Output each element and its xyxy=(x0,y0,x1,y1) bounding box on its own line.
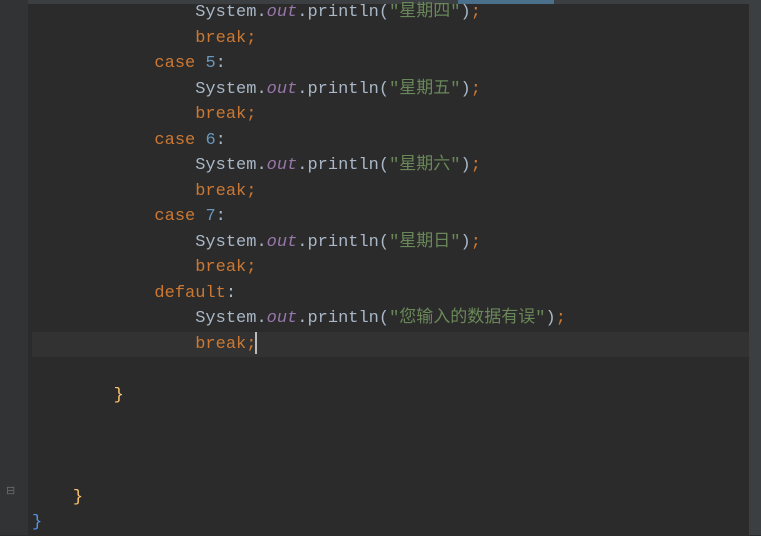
keyword-break: break xyxy=(195,105,246,124)
code-line[interactable]: } xyxy=(32,510,761,536)
code-line[interactable]: break; xyxy=(32,179,761,205)
method-call: println xyxy=(307,3,378,22)
field-ref: out xyxy=(267,156,298,175)
keyword-case: case xyxy=(154,54,195,73)
code-line[interactable]: case 5: xyxy=(32,51,761,77)
code-line[interactable]: case 7: xyxy=(32,204,761,230)
gutter: ⊟ xyxy=(0,0,28,535)
string-literal: "星期四" xyxy=(389,3,460,22)
code-line[interactable]: default: xyxy=(32,281,761,307)
field-ref: out xyxy=(267,233,298,252)
code-editor[interactable]: ⊟ System.out.println("星期四"); break; case… xyxy=(0,0,761,535)
keyword-break: break xyxy=(195,335,246,354)
class-ref: System. xyxy=(195,233,266,252)
string-literal: "星期五" xyxy=(389,80,460,99)
code-line[interactable] xyxy=(32,459,761,485)
code-line[interactable]: System.out.println("星期五"); xyxy=(32,77,761,103)
number-literal: 7 xyxy=(205,207,215,226)
code-line[interactable]: break; xyxy=(32,255,761,281)
vertical-scrollbar[interactable] xyxy=(749,0,761,535)
code-line[interactable]: } xyxy=(32,485,761,511)
closing-brace: } xyxy=(73,488,83,507)
field-ref: out xyxy=(267,309,298,328)
field-ref: out xyxy=(267,3,298,22)
keyword-case: case xyxy=(154,207,195,226)
closing-brace: } xyxy=(114,386,124,405)
number-literal: 5 xyxy=(205,54,215,73)
class-ref: System. xyxy=(195,3,266,22)
closing-brace: } xyxy=(32,513,42,532)
code-line[interactable]: case 6: xyxy=(32,128,761,154)
keyword-default: default xyxy=(154,284,225,303)
class-ref: System. xyxy=(195,309,266,328)
code-line[interactable]: break; xyxy=(32,26,761,52)
keyword-case: case xyxy=(154,131,195,150)
code-line[interactable]: System.out.println("星期日"); xyxy=(32,230,761,256)
method-call: println xyxy=(307,156,378,175)
code-area[interactable]: System.out.println("星期四"); break; case 5… xyxy=(28,0,761,535)
class-ref: System. xyxy=(195,80,266,99)
keyword-break: break xyxy=(195,182,246,201)
number-literal: 6 xyxy=(205,131,215,150)
method-call: println xyxy=(307,233,378,252)
keyword-break: break xyxy=(195,29,246,48)
code-line[interactable]: System.out.println("星期六"); xyxy=(32,153,761,179)
class-ref: System. xyxy=(195,156,266,175)
code-line[interactable]: break; xyxy=(32,332,761,358)
method-call: println xyxy=(307,80,378,99)
code-line[interactable] xyxy=(32,434,761,460)
code-line[interactable] xyxy=(32,357,761,383)
fold-icon[interactable]: ⊟ xyxy=(6,484,20,498)
string-literal: "星期日" xyxy=(389,233,460,252)
code-line[interactable] xyxy=(32,408,761,434)
string-literal: "星期六" xyxy=(389,156,460,175)
keyword-break: break xyxy=(195,258,246,277)
string-literal: "您输入的数据有误" xyxy=(389,309,545,328)
text-caret xyxy=(255,332,257,354)
method-call: println xyxy=(307,309,378,328)
code-line[interactable]: } xyxy=(32,383,761,409)
code-line[interactable]: System.out.println("您输入的数据有误"); xyxy=(32,306,761,332)
code-line[interactable]: System.out.println("星期四"); xyxy=(32,0,761,26)
field-ref: out xyxy=(267,80,298,99)
code-line[interactable]: break; xyxy=(32,102,761,128)
